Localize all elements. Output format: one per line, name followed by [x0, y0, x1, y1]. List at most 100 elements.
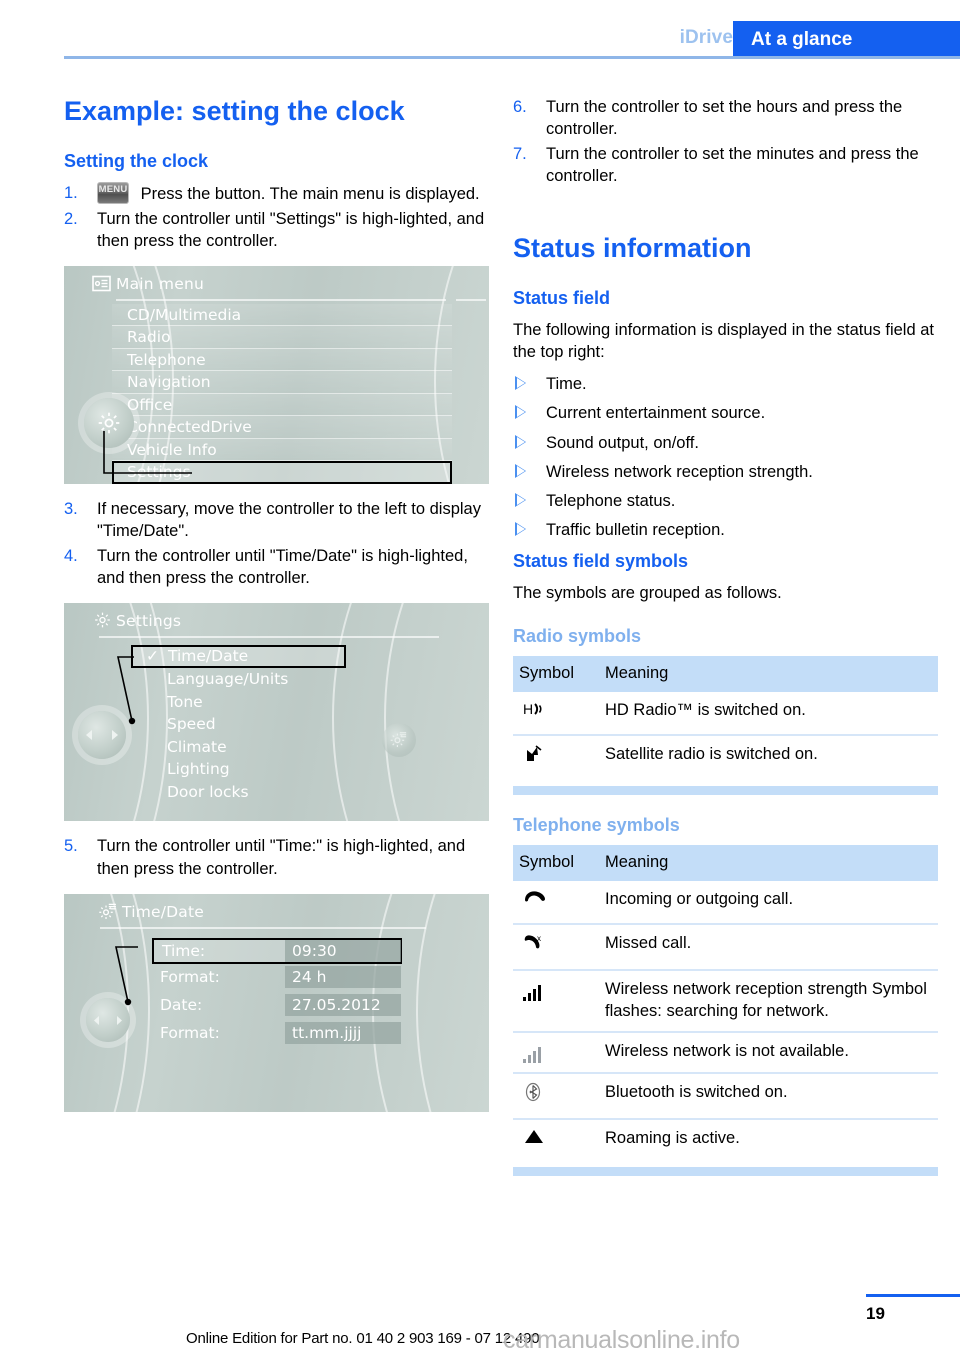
table-row: Bluetooth is switched on. [513, 1073, 938, 1120]
table-cell-meaning: Roaming is active. [605, 1128, 740, 1147]
menu-button-icon: MENU [97, 181, 129, 204]
subheading-status-field-symbols: Status field symbols [513, 550, 689, 571]
section-title-status-information: Status information [513, 233, 752, 264]
step-number: 7. [513, 145, 527, 164]
row-value: 09:30 [285, 939, 401, 962]
table-row: Satellite radio is switched on. [513, 735, 938, 780]
list-item: 3. If necessary, move the controller to … [64, 498, 489, 542]
table-header-row: Symbol Meaning [513, 656, 938, 693]
footer-divider [866, 1294, 960, 1297]
page-title: Example: setting the clock [64, 96, 405, 126]
row-value: 24 h [285, 965, 401, 988]
idrive-screen-settings: Settings ✓ Time/Date Language/Units Tone … [64, 603, 489, 822]
hd-radio-icon: H [513, 692, 599, 737]
signal-bars-icon [513, 969, 599, 1034]
column-header-meaning: Meaning [599, 656, 938, 693]
screen-divider [100, 926, 426, 929]
callout-leader-line [103, 430, 192, 474]
row-value: tt.mm.jjjj [285, 1021, 401, 1044]
step-text: Turn the controller to set the minutes a… [546, 145, 919, 186]
menu-item-radio[interactable]: Radio [112, 326, 452, 349]
table-cell-meaning: Wireless network is not available. [599, 1032, 938, 1075]
list-item: Time. [513, 373, 938, 395]
screen-divider [99, 636, 439, 639]
step-text: Turn the controller until "Time/Date" is… [97, 547, 468, 588]
handset-glyph [525, 891, 545, 902]
menu-item-cd-multimedia[interactable]: CD/Multimedia [112, 303, 452, 327]
list-item: 5. Turn the controller until "Time:" is … [64, 835, 489, 879]
step-text: Turn the controller until "Settings" is … [97, 209, 485, 250]
screen-title: Settings [116, 612, 182, 631]
table-header-row: Symbol Meaning [513, 845, 938, 882]
menu-item-office[interactable]: Office [112, 393, 452, 417]
list-item: Wireless network reception strength. [513, 461, 938, 483]
step-number: 1. [64, 183, 78, 202]
watermark: carmanualsonline.info [503, 1326, 740, 1354]
settings-gear-icon [99, 903, 116, 919]
screen-divider [116, 298, 446, 301]
step-number: 6. [513, 98, 527, 116]
triangle-bullet-inner-icon [517, 465, 525, 476]
svg-text:H: H [523, 701, 533, 717]
bluetooth-glyph [525, 1083, 541, 1102]
bullet-text: Current entertainment source. [546, 404, 766, 423]
table-row: x Missed call. [513, 924, 938, 971]
menu-item-telephone[interactable]: Telephone [112, 348, 452, 372]
triangle-bullet-inner-icon [517, 436, 525, 447]
list-item: Telephone status. [513, 490, 938, 512]
satellite-glyph [527, 745, 542, 762]
section-tab-label: At a glance [751, 29, 853, 50]
list-item: 6. Turn the controller to set the hours … [513, 96, 938, 140]
bullet-text: Sound output, on/off. [546, 433, 699, 452]
idrive-screen-time-date: Time/Date Time: 09:30 Format: 24 h Date:… [64, 893, 489, 1112]
roaming-triangle-icon [513, 1119, 599, 1161]
triangle-glyph [525, 1129, 543, 1143]
column-header-symbol: Symbol [513, 845, 599, 882]
left-column: Example: setting the clock Setting the c… [64, 96, 489, 1126]
step-number: 3. [64, 499, 78, 518]
table-row: Wireless network is not available. [513, 1032, 938, 1075]
subheading-radio-symbols: Radio symbols [513, 625, 642, 646]
triangle-bullet-inner-icon [517, 523, 525, 534]
row-value: 27.05.2012 [285, 993, 401, 1016]
section-tab: At a glance [733, 21, 960, 58]
step-text: Turn the controller until "Time:" is hig… [97, 837, 466, 878]
table-row: Wireless network reception strength Symb… [513, 969, 938, 1034]
settings-item-door-locks[interactable]: Door locks [131, 781, 346, 804]
table-bottom-band [513, 1166, 938, 1176]
left-right-arrows-icon [94, 1015, 122, 1025]
table-cell-meaning: Incoming or outgoing call. [599, 881, 938, 926]
status-field-bullet-list: Time. Current entertainment source. Soun… [513, 373, 938, 541]
step-number: 4. [64, 547, 78, 566]
hd-radio-glyph: H [523, 701, 542, 717]
list-item: 7. Turn the controller to set the minute… [513, 143, 938, 187]
menu-item-navigation[interactable]: Navigation [112, 371, 452, 394]
table-row: Incoming or outgoing call. [513, 881, 938, 926]
bluetooth-icon [513, 1073, 599, 1120]
table-bottom-band [513, 785, 938, 795]
list-card-icon [92, 275, 111, 292]
header-divider [64, 56, 960, 59]
list-item: 4. Turn the controller until "Time/Date"… [64, 545, 489, 589]
table-row: H HD Radio™ is switched on. [513, 692, 938, 737]
bullet-text: Traffic bulletin reception. [546, 520, 725, 539]
settings-item-climate[interactable]: Climate [131, 736, 346, 759]
steps-list-2: 3. If necessary, move the controller to … [64, 498, 489, 589]
bullet-text: Telephone status. [546, 491, 676, 510]
subheading-status-field: Status field [513, 288, 611, 309]
settings-gear-icon [390, 732, 407, 748]
list-item: Traffic bulletin reception. [513, 519, 938, 541]
table-cell-meaning: Bluetooth is switched on. [599, 1073, 938, 1120]
steps-list-3: 5. Turn the controller until "Time:" is … [64, 835, 489, 879]
time-date-row-format-date[interactable]: Format: tt.mm.jjjj [152, 1021, 402, 1048]
table-cell-meaning: Wireless network reception strength Symb… [599, 969, 938, 1034]
step-text: Press the button. The main menu is displ… [140, 184, 480, 203]
subheading-telephone-symbols: Telephone symbols [513, 814, 680, 835]
step-number: 2. [64, 209, 78, 228]
breadcrumb-chapter: iDrive [679, 27, 733, 48]
list-item: Sound output, on/off. [513, 432, 938, 454]
page-header: iDrive At a glance [0, 0, 960, 60]
bullet-text: Wireless network reception strength. [546, 462, 813, 481]
screen-title: Main menu [116, 274, 205, 293]
settings-item-lighting[interactable]: Lighting [131, 758, 346, 781]
